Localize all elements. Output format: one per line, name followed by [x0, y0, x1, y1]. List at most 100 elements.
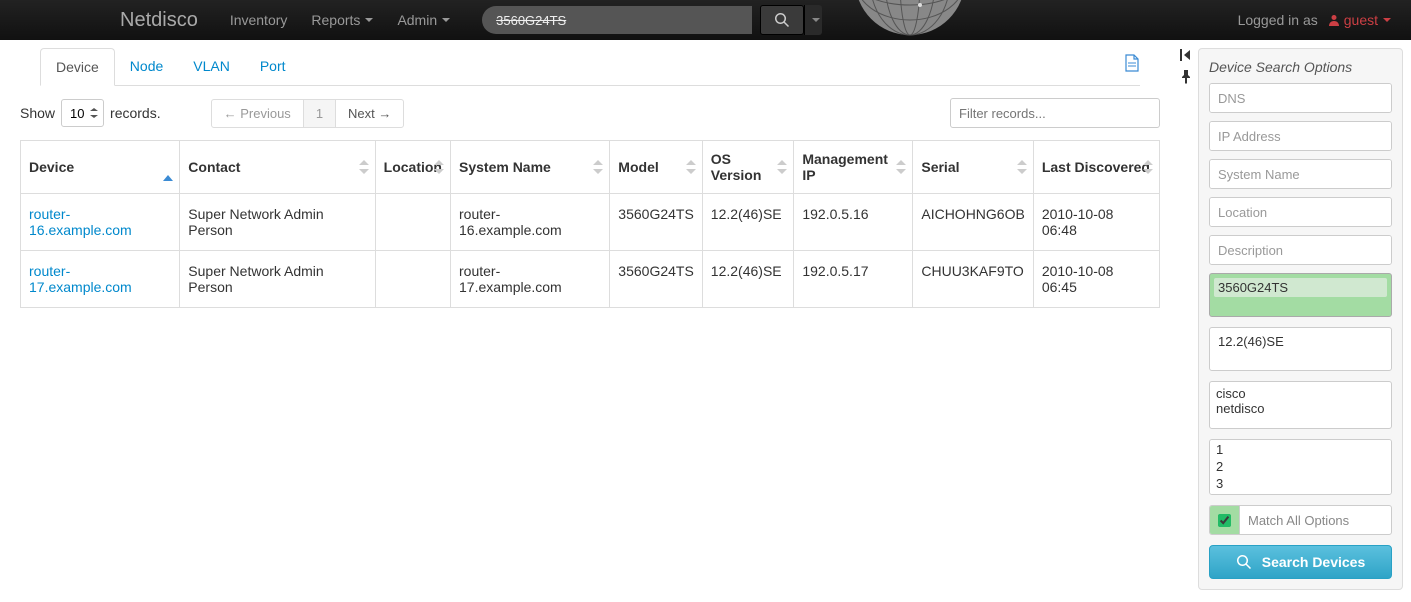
- user-icon: [1328, 14, 1340, 26]
- search-devices-button[interactable]: Search Devices: [1209, 545, 1392, 579]
- cell-location: [375, 251, 450, 308]
- col-device[interactable]: Device: [21, 141, 180, 194]
- os-select[interactable]: 12.2(46)SE: [1209, 327, 1392, 371]
- global-search-input[interactable]: [482, 6, 752, 34]
- device-link[interactable]: router-16.example.com: [29, 206, 132, 238]
- vendor-select[interactable]: cisco netdisco: [1209, 381, 1392, 429]
- logged-in-label: Logged in as: [1238, 12, 1318, 28]
- tabs: Device Node VLAN Port: [40, 48, 1140, 86]
- show-label: Show: [20, 105, 55, 121]
- dns-field[interactable]: [1210, 84, 1392, 112]
- search-devices-label: Search Devices: [1262, 554, 1366, 570]
- records-label: records.: [110, 105, 161, 121]
- sort-icon: [593, 160, 603, 174]
- os-option[interactable]: 12.2(46)SE: [1214, 332, 1387, 351]
- discoball-decoration: [830, 0, 990, 40]
- sort-icon: [434, 160, 444, 174]
- cell-model: 3560G24TS: [610, 251, 703, 308]
- nav-admin-label: Admin: [397, 12, 437, 28]
- nav-reports[interactable]: Reports: [299, 12, 385, 28]
- col-contact[interactable]: Contact: [180, 141, 375, 194]
- tab-port[interactable]: Port: [245, 48, 301, 85]
- col-mgmt-ip[interactable]: Management IP: [794, 141, 913, 194]
- table-controls: Show 10 records. ← Previous 1 Next →: [20, 98, 1160, 128]
- global-search-wrap: [482, 5, 822, 35]
- col-system-name[interactable]: System Name: [451, 141, 610, 194]
- sort-asc-icon: [163, 159, 173, 181]
- sort-icon: [686, 160, 696, 174]
- navbar-right: Logged in as guest: [1238, 12, 1391, 28]
- brand-logo[interactable]: Netdisco: [120, 9, 198, 32]
- paginate-next[interactable]: Next →: [336, 100, 403, 127]
- cell-discovered: 2010-10-08 06:48: [1033, 194, 1159, 251]
- layer-option[interactable]: 3: [1216, 476, 1385, 493]
- search-icon: [774, 12, 790, 28]
- pagination: ← Previous 1 Next →: [211, 99, 405, 128]
- global-search-button[interactable]: [760, 5, 804, 35]
- cell-sysname: router-16.example.com: [451, 194, 610, 251]
- cell-ip: 192.0.5.17: [794, 251, 913, 308]
- chevron-down-icon: [1383, 18, 1391, 22]
- nav-inventory[interactable]: Inventory: [218, 12, 300, 28]
- tab-device[interactable]: Device: [40, 48, 115, 86]
- layer-option[interactable]: 1: [1216, 442, 1385, 459]
- match-all-row: Match All Options: [1209, 505, 1392, 535]
- cell-model: 3560G24TS: [610, 194, 703, 251]
- cell-sysname: router-17.example.com: [451, 251, 610, 308]
- filter-input[interactable]: [950, 98, 1160, 128]
- sidebar-title: Device Search Options: [1209, 59, 1392, 75]
- match-all-checkbox[interactable]: [1218, 514, 1231, 527]
- collapse-sidebar-icon[interactable]: [1180, 48, 1194, 64]
- cell-os: 12.2(46)SE: [702, 251, 794, 308]
- col-location[interactable]: Location: [375, 141, 450, 194]
- cell-contact: Super Network Admin Person: [180, 251, 375, 308]
- results-table: Device Contact Location System Name Mode…: [20, 140, 1160, 308]
- export-csv-icon[interactable]: [1124, 54, 1140, 72]
- tab-node[interactable]: Node: [115, 48, 178, 85]
- table-row: router-16.example.com Super Network Admi…: [21, 194, 1160, 251]
- cell-contact: Super Network Admin Person: [180, 194, 375, 251]
- cell-serial: AICHOHNG6OB: [913, 194, 1033, 251]
- paginate-page-1[interactable]: 1: [304, 100, 336, 127]
- sort-icon: [359, 160, 369, 174]
- sysname-field[interactable]: [1210, 160, 1392, 188]
- search-options-dropdown[interactable]: [804, 5, 822, 35]
- description-field[interactable]: [1210, 236, 1392, 264]
- cell-location: [375, 194, 450, 251]
- tab-vlan[interactable]: VLAN: [178, 48, 245, 85]
- dns-field-wrap: [1209, 83, 1392, 113]
- match-all-label: Match All Options: [1240, 513, 1357, 528]
- nav-admin[interactable]: Admin: [385, 12, 462, 28]
- sort-icon: [777, 160, 787, 174]
- vendor-option[interactable]: cisco: [1216, 386, 1385, 401]
- layer-select[interactable]: 1 2 3: [1209, 439, 1392, 495]
- search-icon: [1236, 554, 1252, 570]
- col-serial[interactable]: Serial: [913, 141, 1033, 194]
- model-select[interactable]: 3560G24TS: [1209, 273, 1392, 317]
- user-menu[interactable]: guest: [1328, 12, 1391, 28]
- pin-sidebar-icon[interactable]: [1180, 70, 1194, 87]
- user-name: guest: [1344, 12, 1378, 28]
- vendor-option[interactable]: netdisco: [1216, 401, 1385, 416]
- sort-icon: [1143, 160, 1153, 174]
- layer-option[interactable]: 2: [1216, 459, 1385, 476]
- col-model[interactable]: Model: [610, 141, 703, 194]
- table-row: router-17.example.com Super Network Admi…: [21, 251, 1160, 308]
- cell-discovered: 2010-10-08 06:45: [1033, 251, 1159, 308]
- chevron-down-icon: [365, 18, 373, 22]
- col-os-version[interactable]: OS Version: [702, 141, 794, 194]
- location-field[interactable]: [1210, 198, 1392, 226]
- nav-reports-label: Reports: [311, 12, 360, 28]
- sidebar-toggles: [1180, 48, 1194, 87]
- chevron-down-icon: [812, 18, 820, 22]
- ip-field[interactable]: [1210, 122, 1392, 150]
- cell-ip: 192.0.5.16: [794, 194, 913, 251]
- sort-icon: [1017, 160, 1027, 174]
- page-size-select[interactable]: 10: [61, 99, 104, 127]
- model-option[interactable]: 3560G24TS: [1214, 278, 1387, 297]
- top-navbar: Netdisco Inventory Reports Admin Logged …: [0, 0, 1411, 40]
- col-last-discovered[interactable]: Last Discovered: [1033, 141, 1159, 194]
- device-link[interactable]: router-17.example.com: [29, 263, 132, 295]
- sort-icon: [896, 160, 906, 174]
- description-field-wrap: [1209, 235, 1392, 265]
